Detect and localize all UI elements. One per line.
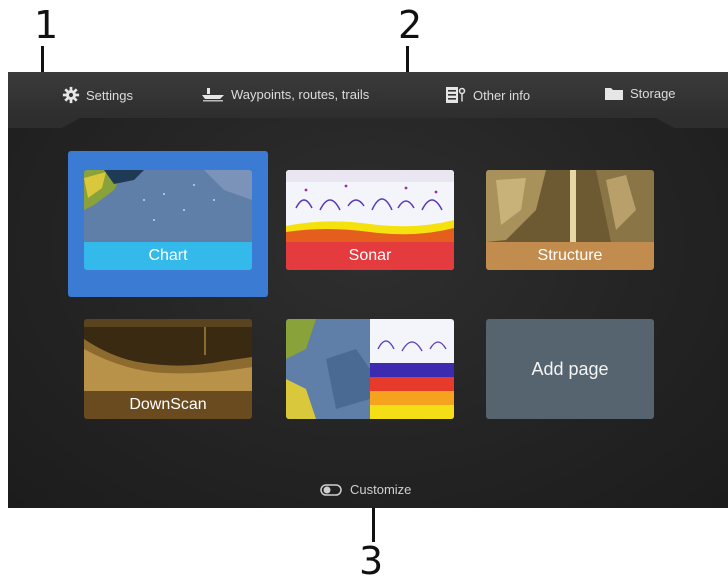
gear-icon <box>62 86 80 104</box>
sonar-tile-label: Sonar <box>286 242 454 270</box>
topbar-left-tab <box>8 118 80 128</box>
sonar-page-tile[interactable]: Sonar <box>286 170 454 270</box>
storage-label: Storage <box>630 86 676 101</box>
settings-label: Settings <box>86 87 133 103</box>
add-page-label: Add page <box>531 358 609 379</box>
info-panel-icon <box>446 87 466 103</box>
storage-button[interactable]: Storage <box>604 86 676 101</box>
structure-page-tile[interactable]: Structure <box>486 170 654 270</box>
combo-thumbnail <box>286 319 454 419</box>
waypoints-button[interactable]: Waypoints, routes, trails <box>201 86 369 102</box>
callout-1: 1 <box>34 3 59 47</box>
toggle-icon <box>320 483 342 496</box>
downscan-tile-label: DownScan <box>84 391 252 419</box>
other-info-button[interactable]: Other info <box>445 86 530 104</box>
home-screen: Settings Waypoints, routes, trails Other… <box>8 72 728 508</box>
customize-button[interactable]: Customize <box>320 482 411 497</box>
callout-2: 2 <box>398 3 423 47</box>
structure-tile-label: Structure <box>486 242 654 270</box>
chart-page-tile[interactable]: Chart <box>84 170 252 270</box>
boat-icon <box>202 88 224 102</box>
downscan-page-tile[interactable]: DownScan <box>84 319 252 419</box>
waypoints-label: Waypoints, routes, trails <box>231 86 370 102</box>
combo-page-tile[interactable] <box>286 319 454 419</box>
customize-label: Customize <box>350 482 412 497</box>
topbar-right-tab <box>656 118 728 128</box>
callout-3: 3 <box>359 539 384 583</box>
chart-tile-label: Chart <box>84 242 252 270</box>
folder-icon <box>605 88 623 100</box>
settings-button[interactable]: Settings <box>62 86 133 104</box>
top-menu-bar: Settings Waypoints, routes, trails Other… <box>8 72 728 118</box>
add-page-tile[interactable]: Add page <box>486 319 654 419</box>
other-info-label: Other info <box>473 87 531 103</box>
